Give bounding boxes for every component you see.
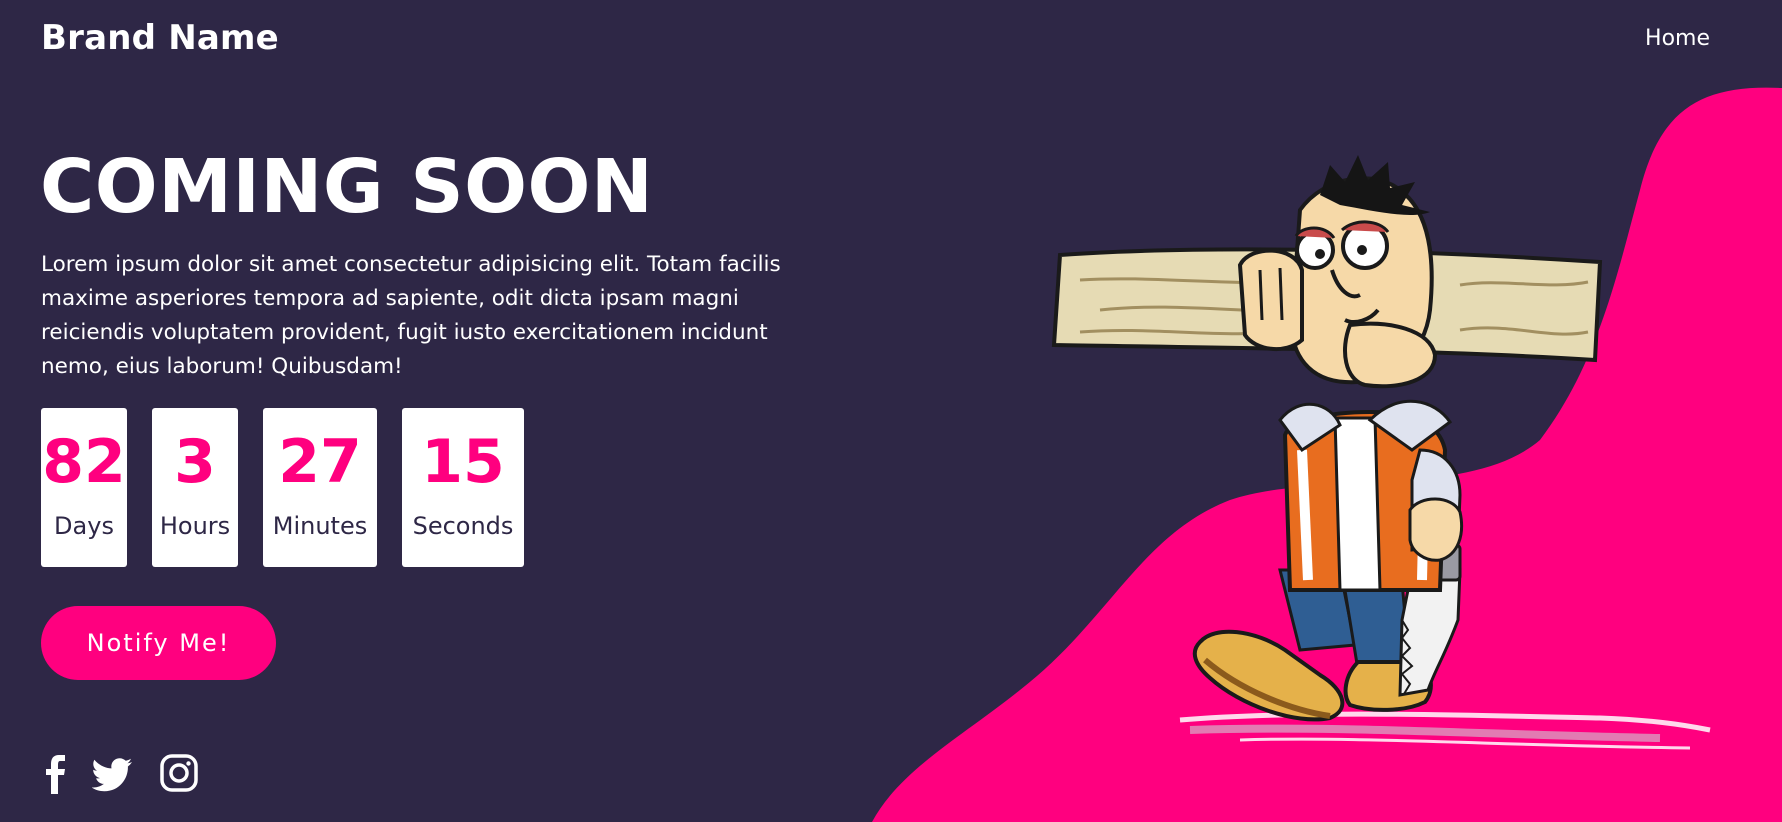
countdown-hours-label: Hours: [159, 512, 231, 540]
countdown-hours: 3 Hours: [152, 408, 238, 567]
brand-logo[interactable]: Brand Name: [41, 18, 279, 58]
countdown-days-label: Days: [54, 512, 114, 540]
notify-me-button[interactable]: Notify Me!: [41, 606, 276, 680]
countdown-hours-value: 3: [174, 427, 216, 497]
countdown-days-value: 82: [42, 427, 126, 497]
countdown-minutes: 27 Minutes: [263, 408, 377, 567]
countdown-days: 82 Days: [41, 408, 127, 567]
facebook-icon[interactable]: [38, 754, 78, 794]
countdown-seconds: 15 Seconds: [402, 408, 524, 567]
countdown-minutes-label: Minutes: [272, 512, 368, 540]
twitter-icon[interactable]: [91, 754, 134, 794]
hero-description: Lorem ipsum dolor sit amet consectetur a…: [41, 252, 781, 379]
countdown-minutes-value: 27: [278, 427, 362, 497]
instagram-icon[interactable]: [160, 754, 200, 794]
nav-link-home[interactable]: Home: [1645, 26, 1710, 51]
carpenter-carrying-plank-icon: [1051, 155, 1711, 750]
hero-title: COMING SOON: [40, 144, 654, 230]
top-navbar: Brand Name Home: [0, 0, 1782, 80]
countdown-seconds-value: 15: [421, 427, 505, 497]
countdown-seconds-label: Seconds: [412, 512, 514, 540]
